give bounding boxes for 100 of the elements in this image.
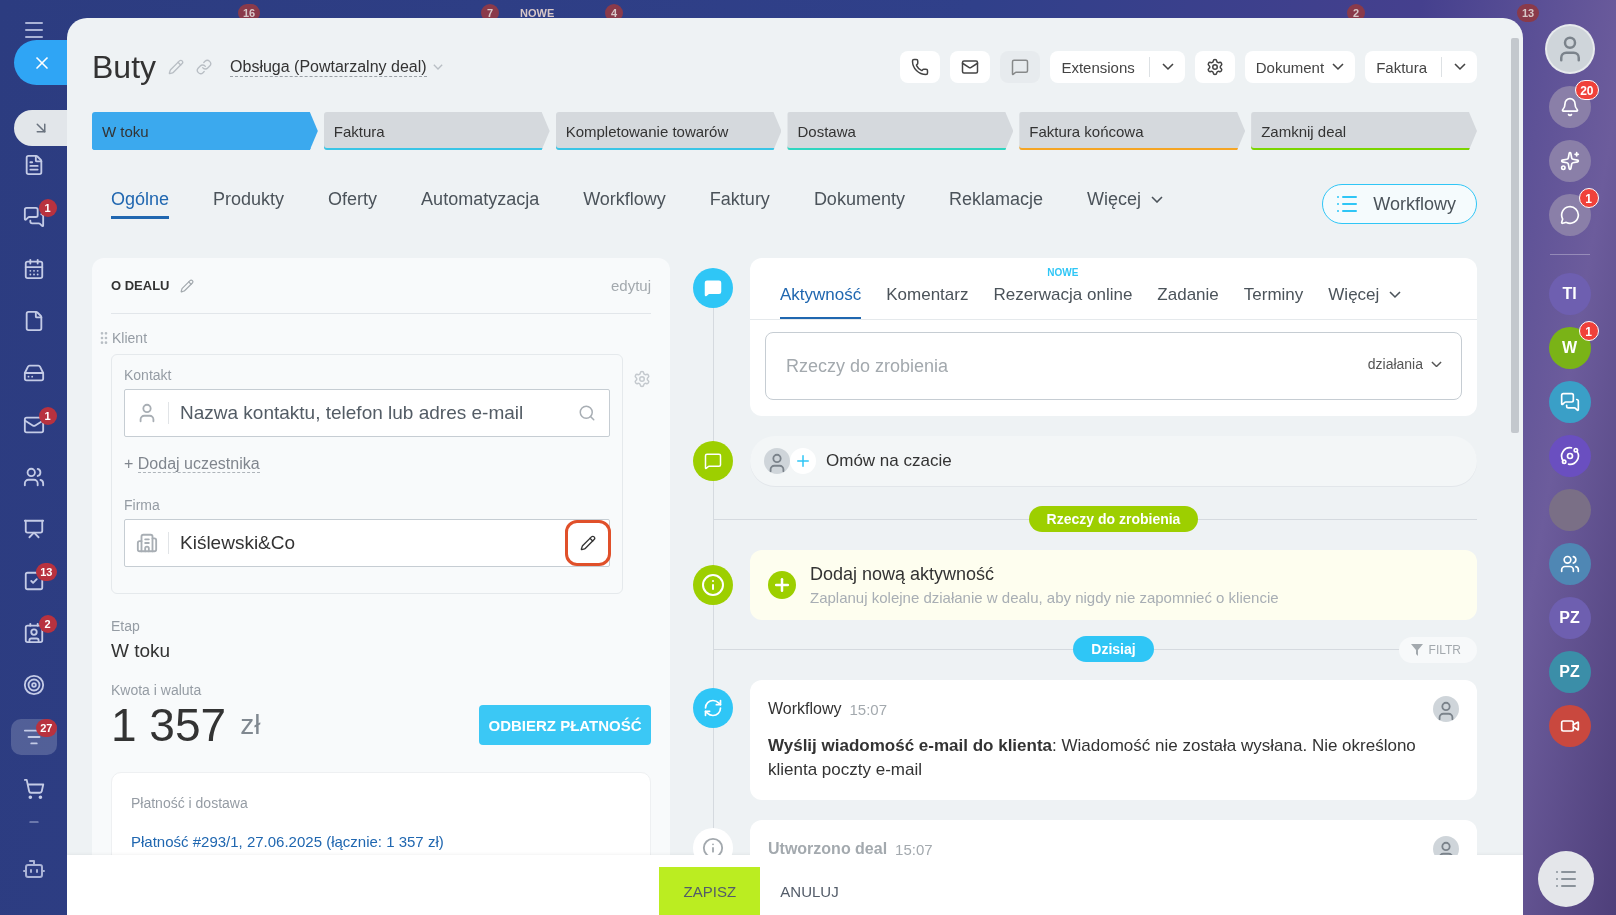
stage-step[interactable]: Faktura — [323, 112, 550, 150]
phone-icon — [911, 58, 930, 76]
cart-icon — [22, 778, 45, 800]
sidebar-item[interactable]: 1 — [10, 199, 57, 235]
count-badge: 27 — [36, 719, 57, 737]
chat-bubbles-icon — [1559, 392, 1580, 412]
entry-title: Utworzono deal — [768, 840, 888, 855]
rail-button[interactable] — [1548, 140, 1591, 182]
composer-tab[interactable]: Zadanie — [1157, 285, 1219, 319]
drive-icon — [22, 362, 45, 384]
stage-step[interactable]: Dostawa — [787, 112, 1014, 150]
stage-step[interactable]: Zamknij deal — [1251, 112, 1477, 150]
composer-tab[interactable]: Więcej — [1328, 285, 1402, 319]
field-label: Kontakt — [124, 367, 173, 383]
entry-time: 15:07 — [849, 700, 888, 718]
tab[interactable]: Produkty — [213, 189, 285, 219]
sparkles-icon — [1559, 151, 1580, 171]
mail-icon — [961, 58, 980, 76]
contact-card-icon — [22, 622, 45, 644]
collapse-button[interactable] — [14, 110, 67, 146]
stage-step[interactable]: W toku — [92, 112, 318, 150]
field-label: Firma — [124, 497, 161, 513]
people-icon — [22, 466, 45, 488]
rail-button[interactable] — [1548, 86, 1591, 128]
tab[interactable]: Oferty — [328, 189, 378, 219]
add-activity-card[interactable]: Dodaj nową aktywność Zaplanuj kolejne działanie w dealu, aby nigdy nie zapomnieć o kliencie — [750, 550, 1477, 620]
workflow-button[interactable]: Workflowy — [1322, 184, 1477, 224]
rail-button[interactable] — [1548, 435, 1591, 477]
composer-tab[interactable]: Aktywność — [780, 285, 862, 319]
field-label: Etap — [111, 618, 141, 634]
building-icon — [136, 532, 158, 554]
field-label: Kwota i waluta — [111, 682, 203, 698]
rail-button[interactable] — [1548, 543, 1591, 585]
user-avatar[interactable] — [1544, 24, 1595, 74]
close-button[interactable] — [14, 40, 67, 85]
add-participant-link[interactable]: + Dodaj uczestnika — [124, 455, 260, 473]
tab[interactable]: Workflowy — [583, 189, 666, 219]
funnel-icon — [1410, 644, 1423, 656]
cancel-button[interactable]: ANULUJ — [772, 867, 847, 915]
rail-button[interactable] — [1548, 705, 1591, 747]
entry-title: Workflowy — [768, 700, 842, 718]
chat-avatar[interactable]: TI — [1548, 273, 1591, 315]
menu-button[interactable] — [1538, 851, 1594, 907]
payment-title: Płatność i dostawa — [131, 795, 249, 811]
chevron-down-icon — [1389, 291, 1402, 299]
company-field[interactable]: Kiślewski&Co — [124, 519, 610, 567]
avatar — [1433, 836, 1459, 855]
count-badge: 2 — [38, 615, 57, 633]
sidebar-item[interactable]: 27 — [10, 719, 57, 755]
composer-tab[interactable]: Terminy — [1243, 285, 1304, 319]
section-label: Klient — [112, 330, 148, 346]
scrollbar[interactable] — [1511, 38, 1519, 433]
split-button[interactable]: Extensions — [1050, 51, 1185, 83]
edit-button[interactable] — [565, 520, 611, 566]
new-label: NOWE — [1047, 267, 1079, 278]
tab[interactable]: Dokumenty — [813, 189, 905, 219]
pencil-icon — [580, 535, 596, 551]
entry-time: 15:07 — [895, 840, 933, 855]
new-label: NOWE — [519, 6, 556, 21]
tab[interactable]: Ogólne — [111, 189, 170, 219]
chat-avatar[interactable]: PZ — [1548, 597, 1591, 639]
plus-icon — [768, 571, 796, 599]
rail-button[interactable] — [1548, 381, 1591, 423]
search-icon — [578, 404, 596, 422]
toolbar-button[interactable] — [950, 51, 991, 83]
stage-step[interactable]: Faktura końcowa — [1019, 112, 1246, 150]
amount-value: 1 357 — [111, 698, 227, 752]
tab[interactable]: Automatyzacja — [421, 189, 540, 219]
target-icon — [22, 674, 45, 696]
payment-link[interactable]: Płatność #293/1, 27.06.2025 (łącznie: 1 357 zł) — [131, 833, 631, 850]
stage-step[interactable]: Kompletowanie towarów — [555, 112, 782, 150]
contact-field[interactable]: Nazwa kontaktu, telefon lub adres e-mail — [124, 389, 610, 437]
composer-tab[interactable]: Komentarz — [886, 285, 969, 319]
actions-dropdown[interactable]: działania — [1367, 356, 1442, 372]
rail-button[interactable] — [1548, 194, 1591, 236]
pencil-icon — [168, 59, 185, 75]
save-button[interactable]: ZAPISZ — [659, 867, 761, 915]
settings-icon — [1205, 58, 1224, 76]
chat-button[interactable]: Omów na czacie — [750, 436, 1477, 486]
add-activity-title: Dodaj nową aktywność — [810, 564, 996, 585]
toolbar-button[interactable] — [1194, 51, 1235, 83]
count-badge: 13 — [36, 563, 57, 581]
sidebar-item[interactable]: 13 — [10, 563, 57, 599]
pipeline-dropdown[interactable]: Obsługa (Powtarzalny deal) — [230, 57, 443, 77]
sidebar-item[interactable]: 1 — [10, 407, 57, 443]
tab[interactable]: Faktury — [709, 189, 770, 219]
split-button[interactable]: Faktura — [1365, 51, 1477, 83]
chevron-down-icon — [1161, 63, 1174, 71]
field-value: W toku — [111, 640, 172, 662]
chevron-down-icon — [432, 64, 443, 70]
chat-avatar[interactable]: PZ — [1548, 651, 1591, 693]
section-pill: Rzeczy do zrobienia — [1028, 506, 1199, 532]
chevron-down-icon — [1151, 195, 1163, 204]
dropdown-button[interactable]: Dokument — [1244, 51, 1356, 83]
toolbar-button[interactable] — [900, 51, 941, 83]
tab[interactable]: Reklamacje — [948, 189, 1043, 219]
chevron-down-icon — [1431, 360, 1442, 368]
sidebar-item[interactable]: 2 — [10, 615, 57, 651]
tab[interactable]: Więcej — [1086, 189, 1163, 219]
info-icon — [693, 565, 733, 605]
